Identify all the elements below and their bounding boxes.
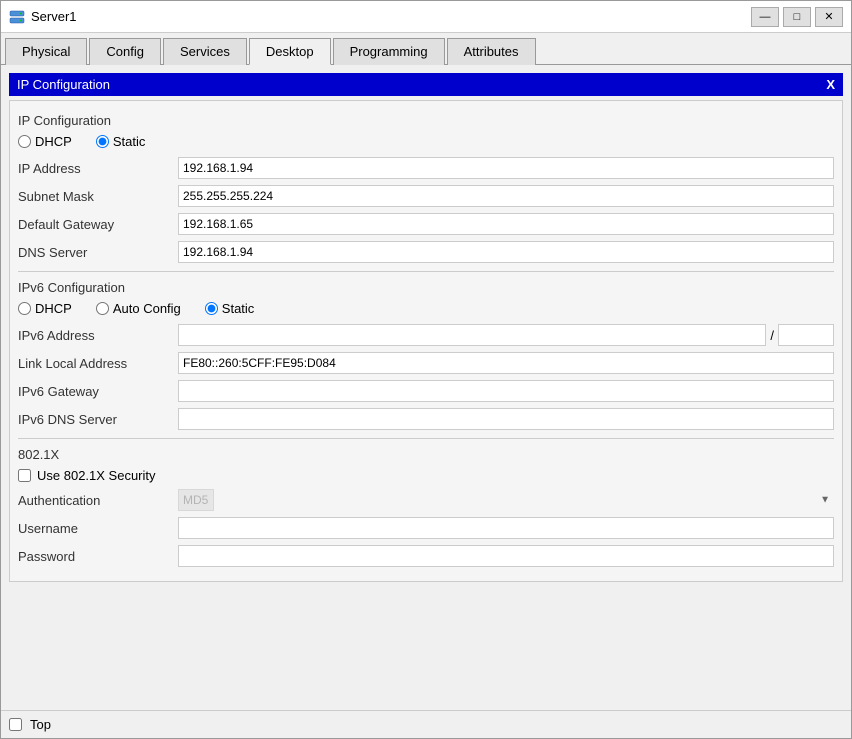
auth-select-wrapper: MD5 ▼ — [178, 489, 834, 511]
auth-label: Authentication — [18, 493, 178, 508]
section-divider-1 — [18, 271, 834, 272]
subnet-mask-row: Subnet Mask — [18, 185, 834, 207]
tab-attributes[interactable]: Attributes — [447, 38, 536, 65]
ipv6-dhcp-radio[interactable] — [18, 302, 31, 315]
tab-bar: Physical Config Services Desktop Program… — [1, 33, 851, 65]
server-icon — [9, 9, 25, 25]
dot1x-checkbox-row[interactable]: Use 802.1X Security — [18, 468, 834, 483]
dot1x-checkbox-label: Use 802.1X Security — [37, 468, 156, 483]
ip-static-radio[interactable] — [96, 135, 109, 148]
ipv6-autoconfig-label: Auto Config — [113, 301, 181, 316]
bottom-bar: Top — [1, 710, 851, 738]
subnet-mask-input[interactable] — [178, 185, 834, 207]
minimize-button[interactable]: — — [751, 7, 779, 27]
auth-row: Authentication MD5 ▼ — [18, 489, 834, 511]
ipv6-static-radio[interactable] — [205, 302, 218, 315]
ipv6-section-label: IPv6 Configuration — [18, 280, 834, 295]
title-bar: Server1 — □ ✕ — [1, 1, 851, 33]
ip-dhcp-label: DHCP — [35, 134, 72, 149]
ipv6-prefix-input[interactable] — [778, 324, 834, 346]
tab-config[interactable]: Config — [89, 38, 161, 65]
ip-dhcp-radio[interactable] — [18, 135, 31, 148]
close-button[interactable]: ✕ — [815, 7, 843, 27]
ipv6-dns-input[interactable] — [178, 408, 834, 430]
ip-static-option[interactable]: Static — [96, 134, 146, 149]
dot1x-section-label: 802.1X — [18, 447, 834, 462]
ip-section-label: IP Configuration — [18, 113, 834, 128]
auth-select[interactable]: MD5 — [178, 489, 214, 511]
top-checkbox[interactable] — [9, 718, 22, 731]
ip-static-label: Static — [113, 134, 146, 149]
username-label: Username — [18, 521, 178, 536]
ipv6-dns-row: IPv6 DNS Server — [18, 408, 834, 430]
link-local-label: Link Local Address — [18, 356, 178, 371]
ipv6-mode-row: DHCP Auto Config Static — [18, 301, 834, 316]
content-area: IP Configuration X IP Configuration DHCP… — [1, 65, 851, 710]
ipv6-gateway-label: IPv6 Gateway — [18, 384, 178, 399]
tab-services[interactable]: Services — [163, 38, 247, 65]
title-bar-controls: — □ ✕ — [751, 7, 843, 27]
ipv6-dhcp-label: DHCP — [35, 301, 72, 316]
title-bar-left: Server1 — [9, 9, 77, 25]
ip-address-row: IP Address — [18, 157, 834, 179]
panel-header: IP Configuration X — [9, 73, 843, 96]
dns-server-row: DNS Server — [18, 241, 834, 263]
password-label: Password — [18, 549, 178, 564]
username-input[interactable] — [178, 517, 834, 539]
chevron-down-icon: ▼ — [820, 495, 830, 506]
window-title: Server1 — [31, 9, 77, 24]
password-row: Password — [18, 545, 834, 567]
ipv6-slash: / — [770, 328, 774, 343]
ip-address-input[interactable] — [178, 157, 834, 179]
ip-mode-row: DHCP Static — [18, 134, 834, 149]
ipv6-dns-label: IPv6 DNS Server — [18, 412, 178, 427]
maximize-button[interactable]: □ — [783, 7, 811, 27]
ipv6-address-row: IPv6 Address / — [18, 324, 834, 346]
ipv6-autoconfig-radio[interactable] — [96, 302, 109, 315]
panel-close-button[interactable]: X — [826, 77, 835, 92]
link-local-input[interactable] — [178, 352, 834, 374]
panel-title: IP Configuration — [17, 77, 110, 92]
ip-dhcp-option[interactable]: DHCP — [18, 134, 72, 149]
password-input[interactable] — [178, 545, 834, 567]
tab-desktop[interactable]: Desktop — [249, 38, 331, 65]
subnet-mask-label: Subnet Mask — [18, 189, 178, 204]
default-gateway-label: Default Gateway — [18, 217, 178, 232]
top-checkbox-label: Top — [30, 717, 51, 732]
ipv6-gateway-input[interactable] — [178, 380, 834, 402]
ipv6-address-label: IPv6 Address — [18, 328, 178, 343]
dns-server-input[interactable] — [178, 241, 834, 263]
ipv6-gateway-row: IPv6 Gateway — [18, 380, 834, 402]
username-row: Username — [18, 517, 834, 539]
ip-address-label: IP Address — [18, 161, 178, 176]
ipv6-autoconfig-option[interactable]: Auto Config — [96, 301, 181, 316]
default-gateway-row: Default Gateway — [18, 213, 834, 235]
ipv6-address-input[interactable] — [178, 324, 766, 346]
main-window: Server1 — □ ✕ Physical Config Services D… — [0, 0, 852, 739]
tab-programming[interactable]: Programming — [333, 38, 445, 65]
dot1x-checkbox[interactable] — [18, 469, 31, 482]
dns-server-label: DNS Server — [18, 245, 178, 260]
ipv6-dhcp-option[interactable]: DHCP — [18, 301, 72, 316]
tab-physical[interactable]: Physical — [5, 38, 87, 65]
link-local-row: Link Local Address — [18, 352, 834, 374]
section-divider-2 — [18, 438, 834, 439]
ipv6-static-option[interactable]: Static — [205, 301, 255, 316]
panel-body: IP Configuration DHCP Static IP Address … — [9, 100, 843, 582]
ipv6-static-label: Static — [222, 301, 255, 316]
default-gateway-input[interactable] — [178, 213, 834, 235]
